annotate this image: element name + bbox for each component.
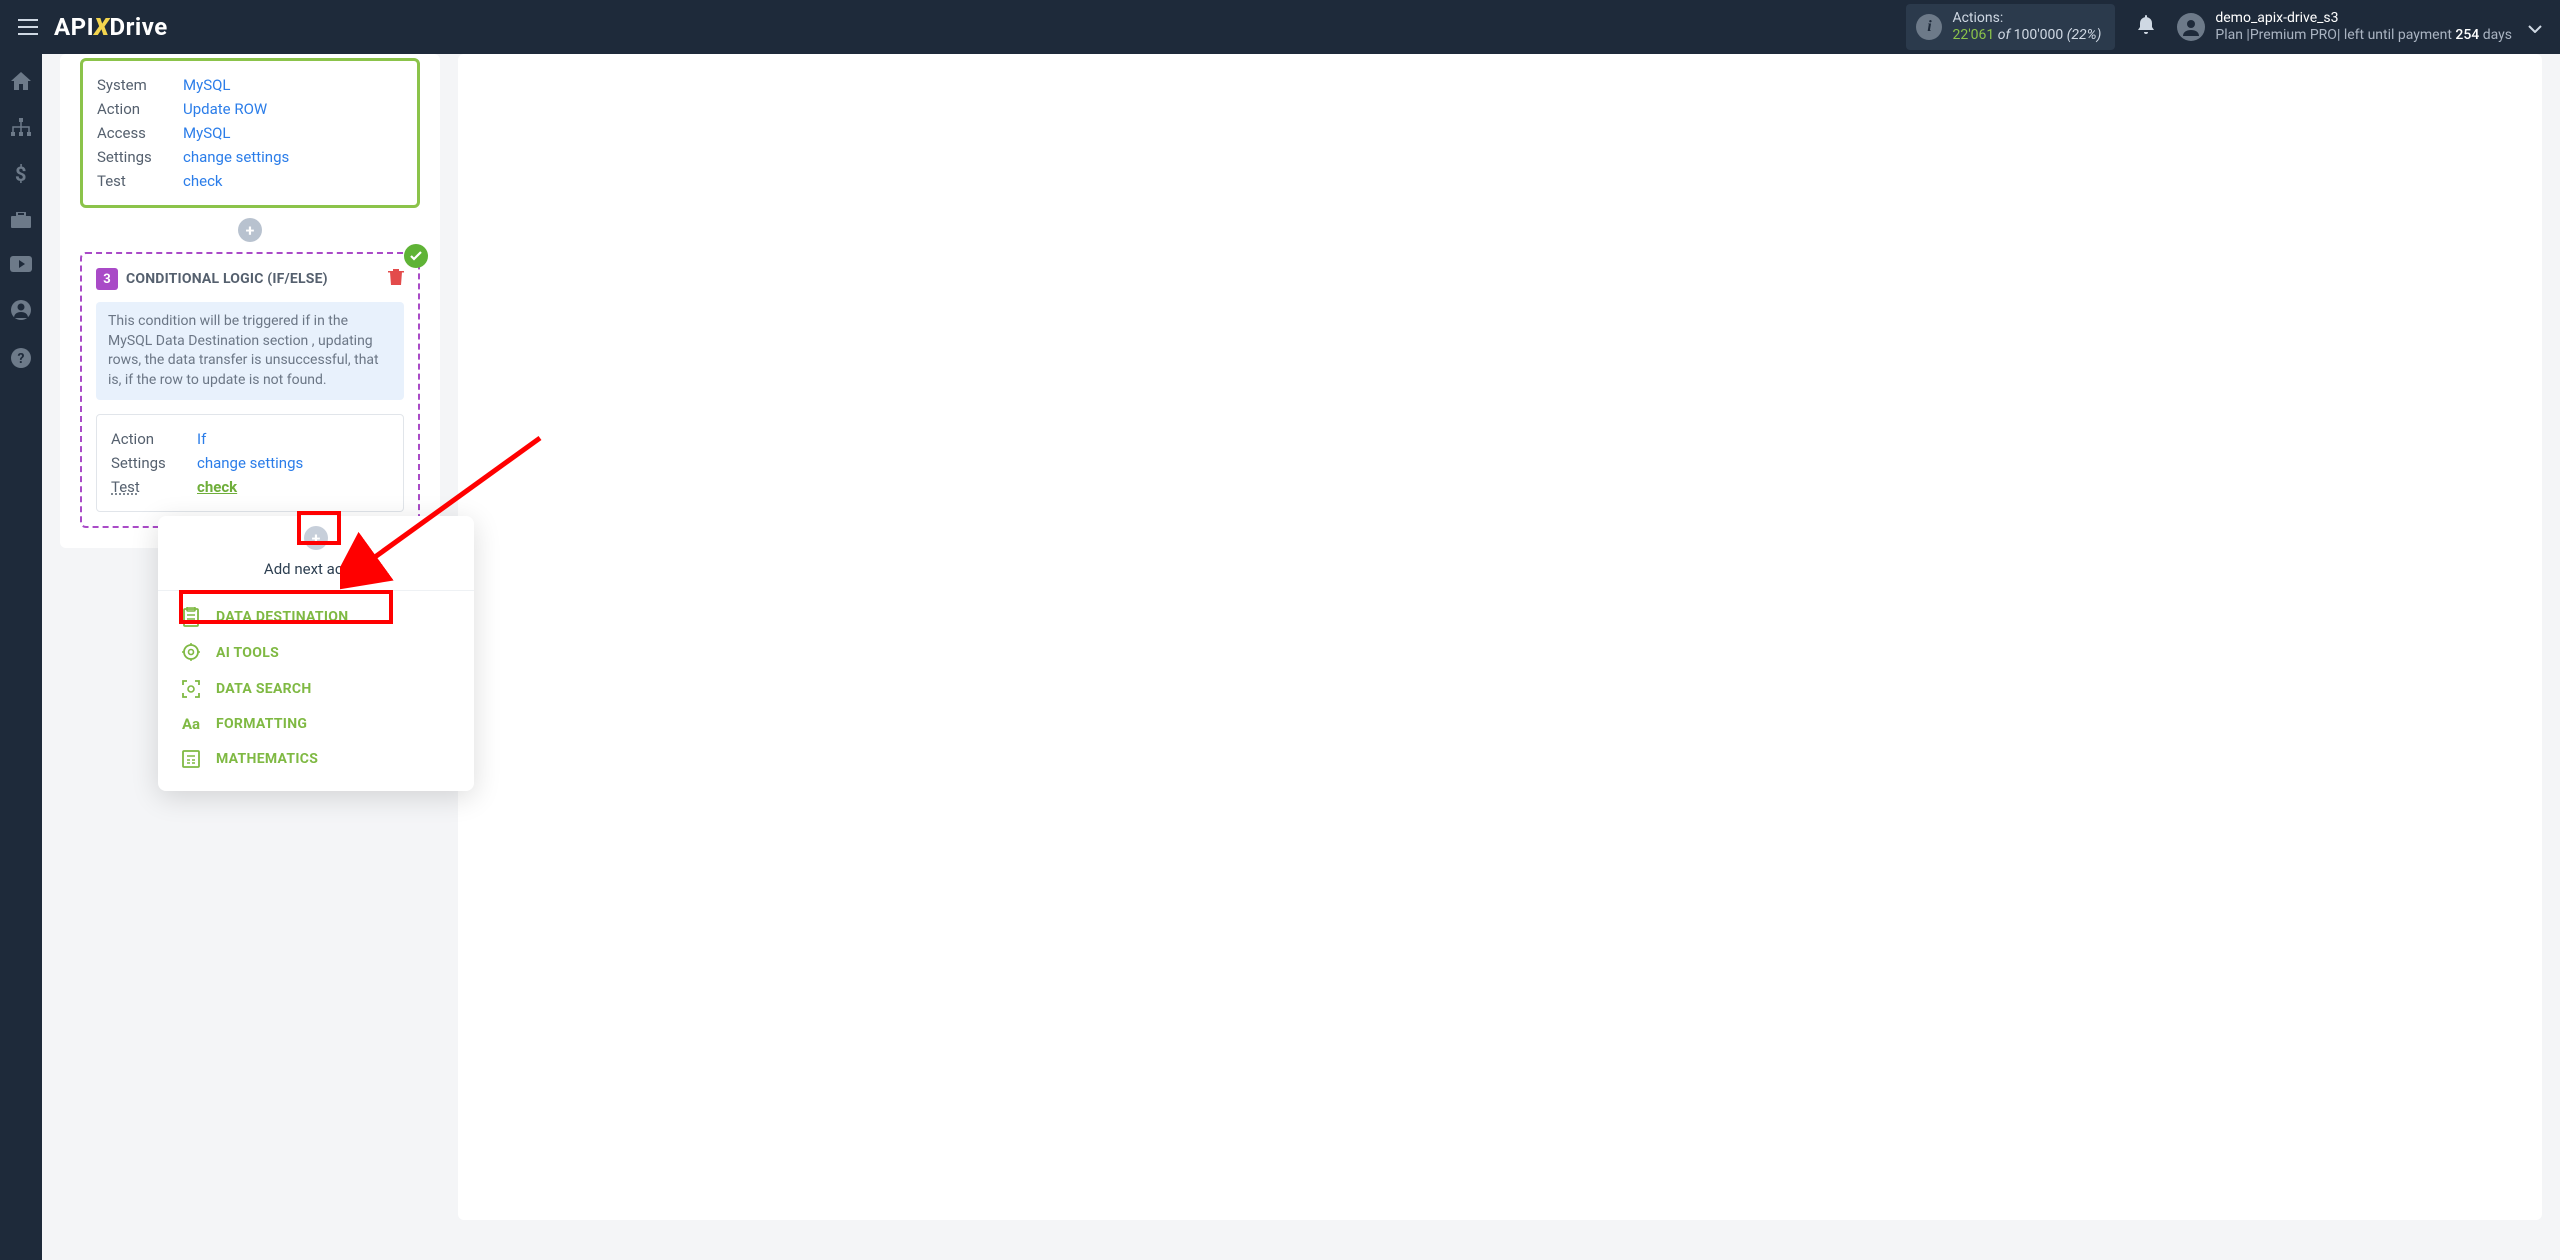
scan-icon xyxy=(180,679,202,699)
dropdown-item-mathematics[interactable]: MATHEMATICS xyxy=(158,741,474,777)
sidebar-billing[interactable]: $ xyxy=(0,160,42,188)
sidebar-help[interactable]: ? xyxy=(0,344,42,372)
sidebar-account[interactable] xyxy=(0,296,42,324)
actions-label: Actions: xyxy=(1952,10,2101,27)
kv-value-access[interactable]: MySQL xyxy=(183,124,231,142)
kv-label: Access xyxy=(97,124,173,142)
step-number: 3 xyxy=(96,268,118,290)
condition-description: This condition will be triggered if in t… xyxy=(96,302,404,400)
logo-text-api: API xyxy=(54,13,94,41)
workflow-card: System MySQL Action Update ROW Access MySQL… xyxy=(60,54,440,548)
kv-value-if[interactable]: If xyxy=(197,430,206,448)
sidebar-video[interactable] xyxy=(0,252,42,276)
notifications-button[interactable] xyxy=(2133,11,2159,43)
actions-pct: (22%) xyxy=(2067,27,2102,43)
kv-label: Settings xyxy=(97,148,173,166)
dropdown-item-label: AI TOOLS xyxy=(216,645,279,661)
user-menu-chevron[interactable] xyxy=(2522,12,2548,43)
sidebar-connections[interactable] xyxy=(0,114,42,140)
dropdown-item-ai-tools[interactable]: AI TOOLS xyxy=(158,635,474,671)
dropdown-item-label: DATA SEARCH xyxy=(216,681,312,697)
kv-value-system[interactable]: MySQL xyxy=(183,76,231,94)
main-area: System MySQL Action Update ROW Access MySQL… xyxy=(42,54,2560,1260)
dropdown-item-label: FORMATTING xyxy=(216,716,307,732)
calc-icon xyxy=(180,749,202,769)
info-icon: i xyxy=(1916,14,1942,40)
user-menu[interactable]: demo_apix-drive_s3 Plan |Premium PRO| le… xyxy=(2177,10,2512,44)
dropdown-header: Add next action xyxy=(158,550,474,591)
sidebar: $ ? xyxy=(0,54,42,1260)
kv-label: Action xyxy=(97,100,173,118)
add-action-dropdown: + Add next action DATA DESTINATION AI TO… xyxy=(158,516,474,791)
kv-value-test[interactable]: check xyxy=(183,172,223,190)
kv-label: System xyxy=(97,76,173,94)
content-panel xyxy=(458,54,2542,1220)
kv-value-change[interactable]: change settings xyxy=(197,454,303,472)
kv-value-action[interactable]: Update ROW xyxy=(183,100,267,118)
check-icon xyxy=(404,244,428,268)
sidebar-briefcase[interactable] xyxy=(0,208,42,232)
avatar-icon xyxy=(2177,13,2205,41)
logo-text-drive: Drive xyxy=(110,13,168,41)
kv-value-settings[interactable]: change settings xyxy=(183,148,289,166)
step-title: CONDITIONAL LOGIC (IF/ELSE) xyxy=(126,271,328,287)
header-bar: APIXDrive i Actions: 22'061 of 100'000 (… xyxy=(0,0,2560,54)
plan-line: Plan |Premium PRO| left until payment 25… xyxy=(2215,27,2512,44)
svg-text:$: $ xyxy=(15,164,26,184)
dropdown-item-data-destination[interactable]: DATA DESTINATION xyxy=(158,599,474,635)
condition-details: Action If Settings change settings Testche… xyxy=(96,414,404,512)
logo[interactable]: APIXDrive xyxy=(54,13,168,41)
clipboard-icon xyxy=(180,607,202,627)
actions-counter[interactable]: i Actions: 22'061 of 100'000 (22%) xyxy=(1906,4,2115,50)
actions-current: 22'061 xyxy=(1952,27,1994,43)
destination-block[interactable]: System MySQL Action Update ROW Access MySQL… xyxy=(80,58,420,208)
kv-label: Settings xyxy=(111,454,187,472)
actions-of: of xyxy=(1994,27,2013,43)
menu-toggle-button[interactable] xyxy=(12,13,44,41)
conditional-block[interactable]: 3 CONDITIONAL LOGIC (IF/ELSE) This condi… xyxy=(80,252,420,528)
actions-max: 100'000 xyxy=(2014,27,2064,43)
user-name: demo_apix-drive_s3 xyxy=(2215,10,2512,27)
dropdown-item-formatting[interactable]: Aa FORMATTING xyxy=(158,707,474,741)
gear-head-icon xyxy=(180,643,202,663)
kv-label: Action xyxy=(111,430,187,448)
dropdown-item-data-search[interactable]: DATA SEARCH xyxy=(158,671,474,707)
add-step-button[interactable]: + xyxy=(238,218,262,242)
aa-icon: Aa xyxy=(180,715,202,733)
delete-step-button[interactable] xyxy=(388,268,404,290)
add-action-plus-button[interactable]: + xyxy=(304,526,328,550)
dropdown-item-label: DATA DESTINATION xyxy=(216,609,348,625)
kv-label: Test xyxy=(97,172,173,190)
dropdown-item-label: MATHEMATICS xyxy=(216,751,318,767)
kv-label: Test xyxy=(111,478,187,496)
logo-text-x: X xyxy=(94,13,109,41)
sidebar-home[interactable] xyxy=(0,68,42,94)
kv-value-check[interactable]: check xyxy=(197,478,237,496)
svg-text:?: ? xyxy=(18,351,25,367)
